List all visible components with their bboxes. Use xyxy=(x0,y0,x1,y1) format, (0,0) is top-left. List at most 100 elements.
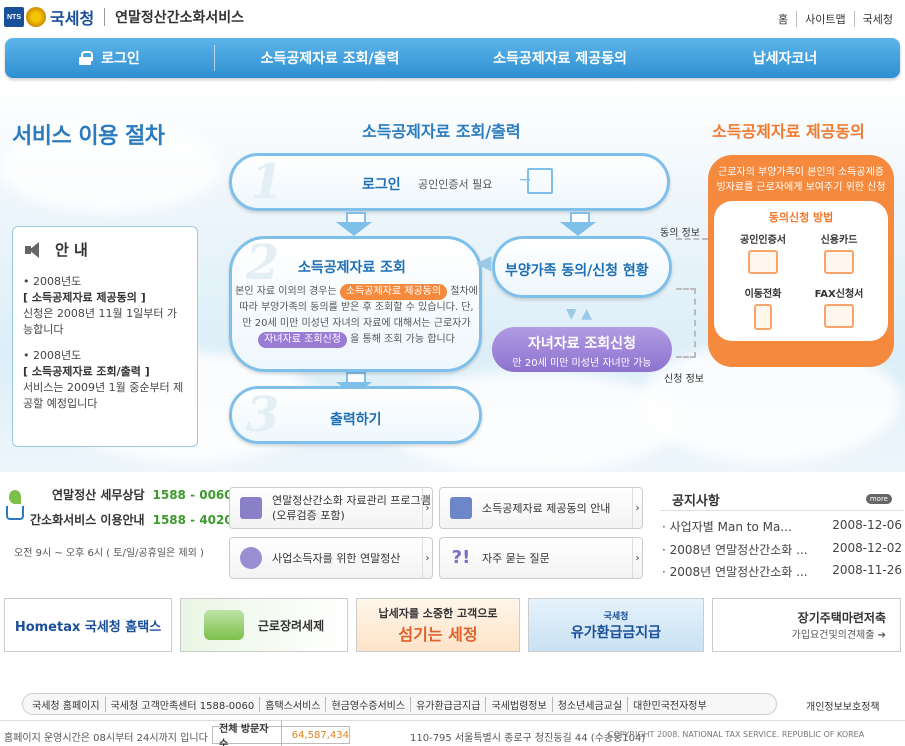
footer-links: 국세청 홈페이지 국세청 고객만족센터 1588-0060 홈택스서비스 현금영… xyxy=(22,693,777,715)
footer-link[interactable]: 국세청 고객만족센터 1588-0060 xyxy=(104,696,260,712)
child-request-title: 자녀자료 조회신청 xyxy=(528,336,636,352)
methods-title: 동의신청 방법 xyxy=(768,211,834,224)
child-request-tag[interactable]: 자녀자료 조회신청 xyxy=(258,332,347,348)
footer-link[interactable]: 국세법령정보 xyxy=(485,696,551,712)
step-number: 2 xyxy=(246,235,280,291)
privacy-link[interactable]: 개인정보보호정책 xyxy=(806,698,880,713)
divider xyxy=(104,8,106,26)
operating-hours: 홈페이지 운영시간은 08시부터 24시까지 입니다 xyxy=(4,733,208,744)
savings-banner[interactable]: 장기주택마련저축 가입요건및의견제출 ➔ xyxy=(712,598,901,652)
arrow-left-icon: ◀ xyxy=(476,250,492,274)
notice-item: • 2008년도 [ 소득공제자료 제공동의 ] 신청은 2008년 11월 1… xyxy=(23,275,178,336)
notice-row[interactable]: · 2008년 연말정산간소화 ... 2008-12-02 xyxy=(662,541,902,558)
footer-link[interactable]: 현금영수증서비스 xyxy=(325,696,410,712)
arrow-down-icon xyxy=(560,212,596,236)
lock-icon xyxy=(79,51,94,65)
nav-taxpayer-corner[interactable]: 납세자코너 xyxy=(675,38,895,78)
eitc-banner[interactable]: 근로장려세제 xyxy=(180,598,348,652)
flower-icon xyxy=(203,610,244,640)
step-1-login[interactable]: 1 로그인 공인인증서 필요 xyxy=(229,153,670,211)
notice-title: 안 내 xyxy=(55,241,88,259)
consult-hours: 오전 9시 ~ 오후 6시 ( 토/일/공휴일은 제외 ) xyxy=(14,548,204,559)
consent-tag[interactable]: 소득공제자료 제공동의 xyxy=(339,284,448,300)
request-info-label: 신청 정보 xyxy=(664,374,704,385)
child-request-sub: 만 20세 미만 미성년 자녀만 가능 xyxy=(512,358,652,369)
nts-badge: NTS xyxy=(4,7,24,27)
speaker-icon xyxy=(25,241,45,259)
step-number: 3 xyxy=(246,387,280,443)
certificate-icon xyxy=(519,168,553,194)
nav-consent[interactable]: 소득공제자료 제공동의 xyxy=(445,38,675,78)
top-links: 홈 사이트맵 국세청 xyxy=(770,11,901,27)
business-income-button[interactable]: 사업소득자를 위한 연말정산 › xyxy=(229,537,433,579)
chevron-right-icon: › xyxy=(632,488,642,528)
notice-row[interactable]: · 2008년 연말정산간소화 ... 2008-11-26 xyxy=(662,563,902,580)
notice-row[interactable]: · 사업자별 Man to Ma... 2008-12-06 xyxy=(662,518,902,535)
step-2-inquiry[interactable]: 2 소득공제자료 조회 본인 자료 이외의 경우는 소득공제자료 제공동의 절차… xyxy=(229,235,482,372)
consent-info-label: 동의 정보 xyxy=(660,228,700,239)
dependent-status-title: 부양가족 동의/신청 현황 xyxy=(505,263,649,279)
disk-icon xyxy=(240,497,262,519)
consent-column-title: 소득공제자료 제공동의 xyxy=(712,122,865,141)
consent-box[interactable]: 근로자의 부양가족이 본인의 소득공제증빙자료를 근로자에게 보여주기 위한 신… xyxy=(708,155,894,367)
plant-icon xyxy=(4,490,26,520)
footer-link[interactable]: 홈택스서비스 xyxy=(259,696,325,712)
divider xyxy=(0,720,905,721)
procedure-title: 서비스 이용 절차 xyxy=(12,124,165,149)
consult-tax: 연말정산 세무상담 1588 - 0060 xyxy=(52,488,233,502)
refund-banner[interactable]: 국세청 유가환급금지급 xyxy=(528,598,704,652)
chevron-right-icon: › xyxy=(422,538,432,578)
header: NTS 국세청 연말정산간소화서비스 홈 사이트맵 국세청 xyxy=(0,0,905,36)
more-button[interactable]: more xyxy=(865,494,892,504)
notice-item: • 2008년도 [ 소득공제자료 조회/출력 ] 서비스는 2009년 1월 … xyxy=(23,349,184,410)
method-fax[interactable]: FAX신청서 xyxy=(804,285,874,328)
notice-box: 안 내 • 2008년도 [ 소득공제자료 제공동의 ] 신청은 2008년 1… xyxy=(12,226,198,447)
top-link-nts[interactable]: 국세청 xyxy=(853,11,901,27)
certificate-icon xyxy=(748,250,778,274)
footer-link[interactable]: 청소년세금교실 xyxy=(551,696,627,712)
mobile-phone-icon xyxy=(754,304,772,330)
program-download-button[interactable]: 연말정산간소화 자료관리 프로그램 (오류검증 포함) › xyxy=(229,487,433,529)
chevron-right-icon: › xyxy=(632,538,642,578)
faq-button[interactable]: ?! 자주 묻는 질문 › xyxy=(439,537,643,579)
fax-icon xyxy=(824,304,854,328)
user-icon xyxy=(240,547,262,569)
step-1-title: 로그인 xyxy=(362,177,401,193)
arrow-up-down-icon: ▼ ▲ xyxy=(566,306,592,322)
step-3-title: 출력하기 xyxy=(330,412,382,428)
connector-line xyxy=(676,238,708,240)
top-link-sitemap[interactable]: 사이트맵 xyxy=(796,11,853,27)
top-link-home[interactable]: 홈 xyxy=(770,11,796,27)
consent-guide-button[interactable]: 소득공제자료 제공동의 안내 › xyxy=(439,487,643,529)
emblem-icon xyxy=(26,7,46,27)
connector-line xyxy=(676,288,696,358)
step-3-print[interactable]: 3 출력하기 xyxy=(229,386,482,444)
nav-login-label: 로그인 xyxy=(101,51,140,67)
method-certificate[interactable]: 공인인증서 xyxy=(728,231,798,274)
logo-text: 국세청 xyxy=(50,9,95,28)
visitor-counter: 전체 방문자 수 64,587,434 xyxy=(212,720,350,746)
method-mobile[interactable]: 이동전화 xyxy=(728,285,798,330)
logo[interactable]: NTS 국세청 연말정산간소화서비스 xyxy=(4,5,244,29)
consent-desc: 근로자의 부양가족이 본인의 소득공제증빙자료를 근로자에게 보여주기 위한 신… xyxy=(716,167,886,193)
dependent-status[interactable]: 부양가족 동의/신청 현황 xyxy=(492,236,672,298)
nav-login[interactable]: 로그인 xyxy=(5,45,215,71)
step-number: 1 xyxy=(250,154,284,210)
monitor-icon xyxy=(450,497,472,519)
step-2-body: 본인 자료 이외의 경우는 소득공제자료 제공동의 절차에 따라 부양가족의 동… xyxy=(234,284,479,348)
consult-service: 간소화서비스 이용안내 1588 - 4020 xyxy=(30,513,233,527)
footer-link[interactable]: 국세청 홈페이지 xyxy=(27,697,105,712)
arrow-down-icon xyxy=(336,212,372,236)
service-banner[interactable]: 납세자를 소중한 고객으로 섬기는 세정 xyxy=(356,598,520,652)
nav-inquiry-print[interactable]: 소득공제자료 조회/출력 xyxy=(215,38,445,78)
footer-link[interactable]: 유가환급금지급 xyxy=(410,696,485,712)
question-icon: ?! xyxy=(451,547,471,568)
credit-card-icon xyxy=(824,250,854,274)
hometax-banner[interactable]: Hometax 국세청 홈택스 xyxy=(4,598,172,652)
service-title: 연말정산간소화서비스 xyxy=(115,10,244,26)
method-credit-card[interactable]: 신용카드 xyxy=(804,231,874,274)
copyright: COPYRIGHT 2008. NATIONAL TAX SERVICE. RE… xyxy=(608,730,865,739)
child-request[interactable]: 자녀자료 조회신청 만 20세 미만 미성년 자녀만 가능 xyxy=(492,327,672,372)
footer-link[interactable]: 대한민국전자정부 xyxy=(627,696,712,712)
step-2-title: 소득공제자료 조회 xyxy=(298,260,406,276)
